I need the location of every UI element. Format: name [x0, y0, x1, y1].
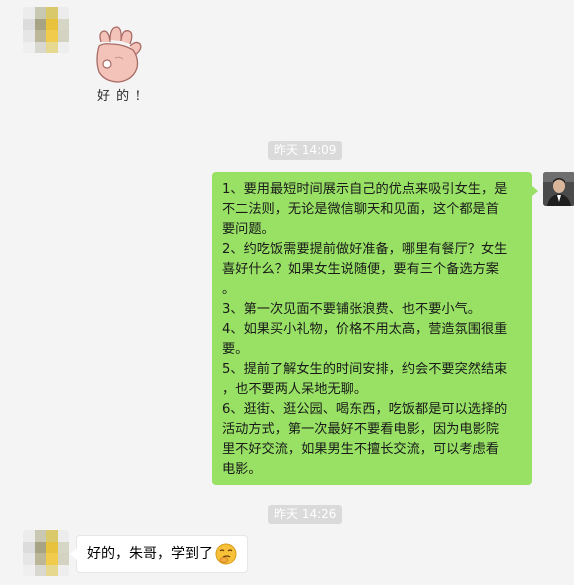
message-line: 要。	[222, 342, 249, 357]
message-line: 电影。	[222, 462, 262, 477]
contact-avatar-top[interactable]	[23, 7, 69, 53]
timestamp-badge: 昨天 14:26	[268, 505, 343, 524]
my-avatar[interactable]	[543, 172, 574, 206]
message-line: 4、如果买小礼物，价格不用太高，营造氛围很重	[222, 322, 508, 337]
message-line: 里不好交流，如果男生不擅长交流，可以考虑看	[222, 442, 499, 457]
message-line: 1、要用最短时间展示自己的优点来吸引女生，是	[222, 182, 508, 197]
person-photo-icon	[543, 172, 574, 206]
outgoing-message-bubble[interactable]: 1、要用最短时间展示自己的优点来吸引女生，是 不二法则，无论是微信聊天和见面，这…	[212, 172, 538, 485]
message-line: 要问题。	[222, 222, 275, 237]
message-line: 活动方式，第一次最好不要看电影，因为电影院	[222, 422, 499, 437]
thinking-smirk-emoji-icon	[215, 543, 237, 565]
message-line: 2、约吃饭需要提前做好准备，哪里有餐厅？女生	[222, 242, 508, 257]
incoming-message-bubble[interactable]: 好的，朱哥，学到了	[70, 535, 248, 573]
message-line: 3、第一次见面不要铺张浪费、也不要小气。	[222, 302, 481, 317]
contact-avatar-bottom[interactable]	[23, 530, 69, 576]
message-line: 。	[222, 282, 236, 297]
message-line: 6、逛街、逛公园、喝东西，吃饭都是可以选择的	[222, 402, 508, 417]
message-line: 喜好什么？如果女生说随便，要有三个备选方案	[222, 262, 499, 277]
message-line: 5、提前了解女生的时间安排，约会不要突然结束	[222, 362, 508, 377]
incoming-message-text: 好的，朱哥，学到了	[87, 546, 213, 562]
message-line: ，也不要两人呆地无聊。	[222, 382, 368, 397]
bubble-tail	[70, 548, 77, 560]
sticker-caption: 好 的 !	[97, 89, 142, 104]
timestamp-badge: 昨天 14:09	[268, 141, 343, 160]
message-line: 不二法则，无论是微信聊天和见面，这个都是首	[222, 202, 499, 217]
bubble-tail	[531, 185, 538, 197]
